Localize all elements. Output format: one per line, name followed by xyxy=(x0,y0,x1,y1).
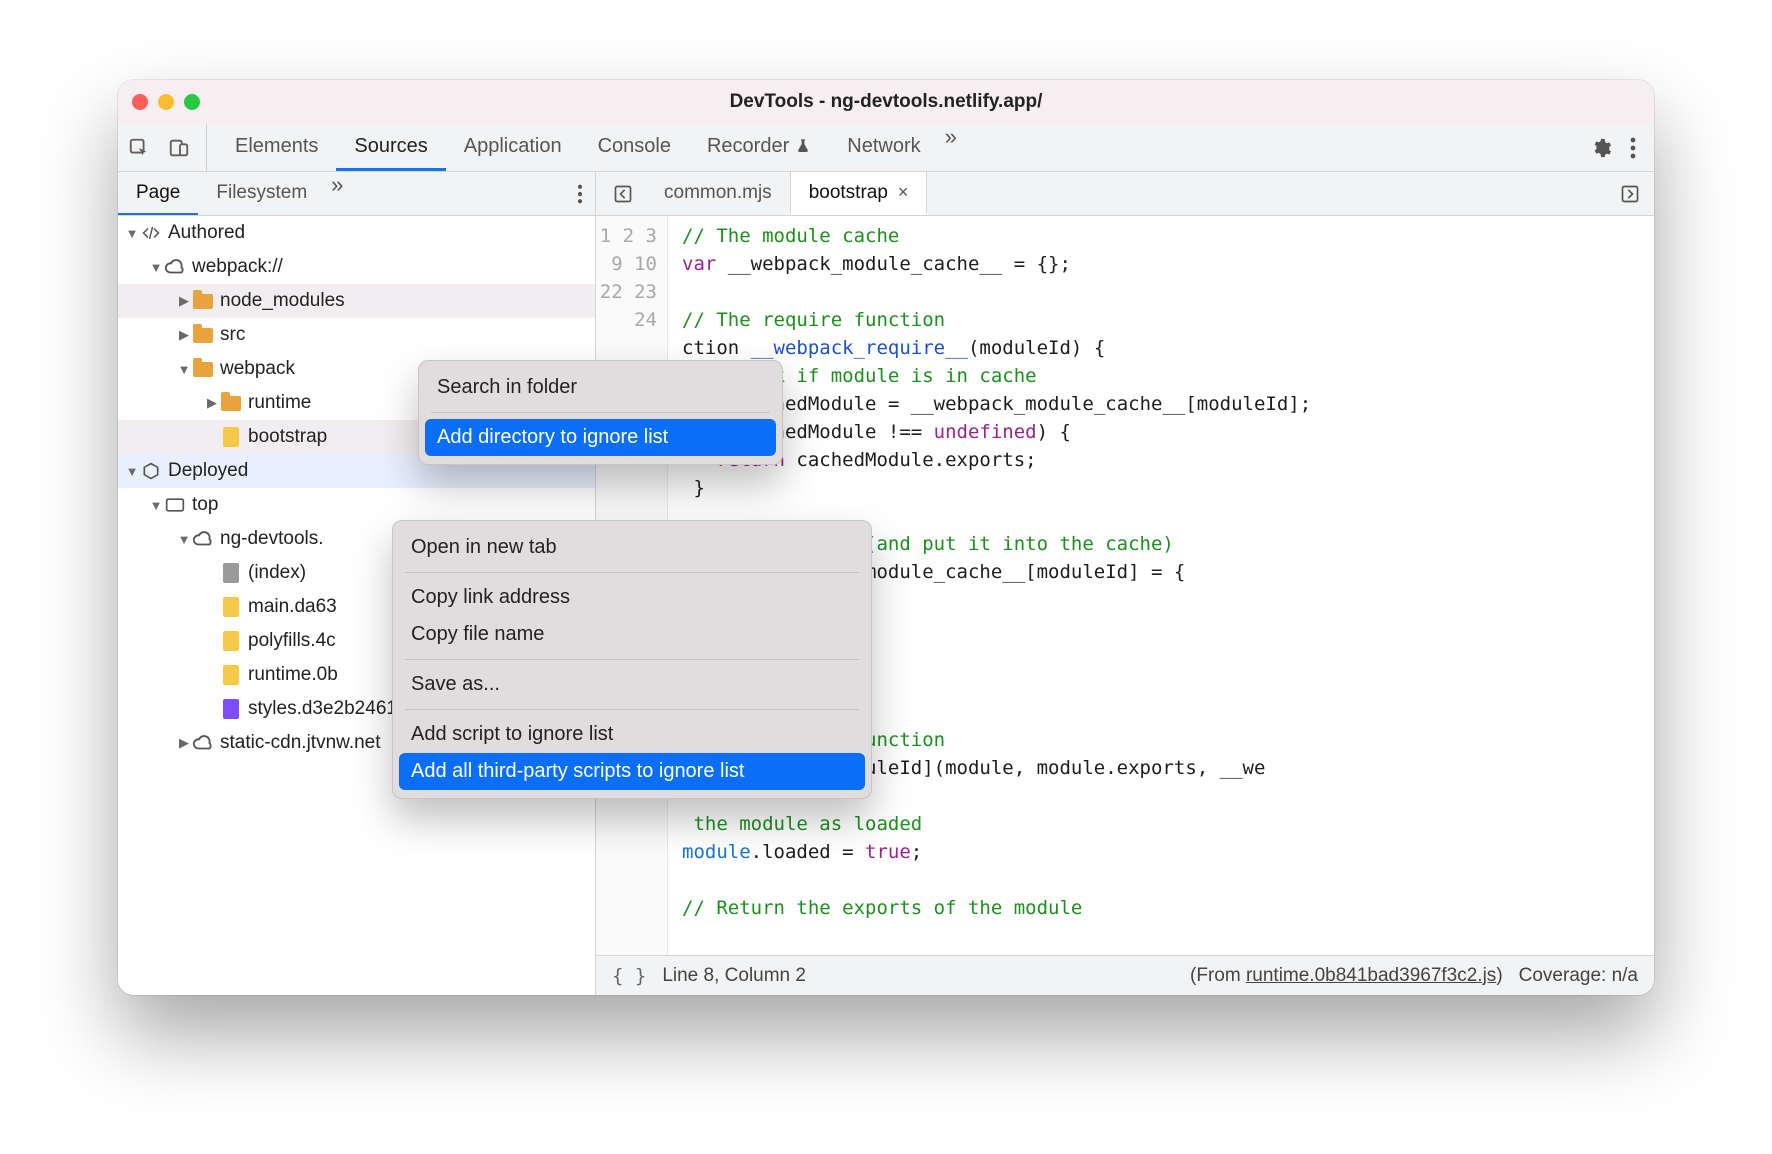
navigator-tab-page[interactable]: Page xyxy=(118,172,198,215)
folder-context-menu: Search in folder Add directory to ignore… xyxy=(418,360,783,465)
tab-application[interactable]: Application xyxy=(446,124,580,171)
tab-sources[interactable]: Sources xyxy=(336,124,445,171)
file-context-menu: Open in new tab Copy link address Copy f… xyxy=(392,520,872,799)
cloud-icon xyxy=(192,732,214,754)
file-icon xyxy=(220,698,242,720)
file-icon xyxy=(220,596,242,618)
tab-recorder[interactable]: Recorder xyxy=(689,124,829,171)
kebab-menu-icon[interactable] xyxy=(1630,137,1636,159)
more-tabs-button[interactable]: » xyxy=(939,124,963,171)
cloud-icon xyxy=(164,256,186,278)
coverage-label: Coverage: n/a xyxy=(1519,965,1638,987)
folder-icon xyxy=(192,290,214,312)
tab-network[interactable]: Network xyxy=(829,124,938,171)
tree-node-modules[interactable]: ▶node_modules xyxy=(118,284,595,318)
cloud-icon xyxy=(192,528,214,550)
menu-open-new-tab[interactable]: Open in new tab xyxy=(393,529,871,566)
tree-top[interactable]: ▼top xyxy=(118,488,595,522)
file-icon xyxy=(220,426,242,448)
file-icon xyxy=(220,562,242,584)
tree-group-authored[interactable]: ▼Authored xyxy=(118,216,595,250)
close-window-button[interactable] xyxy=(132,94,148,110)
minimize-window-button[interactable] xyxy=(158,94,174,110)
menu-save-as[interactable]: Save as... xyxy=(393,666,871,703)
previous-file-icon[interactable] xyxy=(606,184,640,204)
menu-add-all-third-party-ignore[interactable]: Add all third-party scripts to ignore li… xyxy=(399,753,865,790)
window-title: DevTools - ng-devtools.netlify.app/ xyxy=(118,91,1654,113)
deploy-icon xyxy=(140,460,162,482)
source-from-link[interactable]: runtime.0b841bad3967f3c2.js xyxy=(1246,965,1496,986)
menu-add-script-ignore[interactable]: Add script to ignore list xyxy=(393,716,871,753)
cursor-position: Line 8, Column 2 xyxy=(662,965,806,987)
device-toolbar-icon[interactable] xyxy=(166,135,192,161)
titlebar: DevTools - ng-devtools.netlify.app/ xyxy=(118,80,1654,124)
next-file-icon[interactable] xyxy=(1620,184,1640,204)
navigator-tab-filesystem[interactable]: Filesystem xyxy=(198,172,325,215)
status-bar: { } Line 8, Column 2 (From runtime.0b841… xyxy=(596,955,1654,995)
devtools-window: DevTools - ng-devtools.netlify.app/ Elem… xyxy=(118,80,1654,995)
menu-copy-file-name[interactable]: Copy file name xyxy=(393,616,871,653)
navigator-kebab-icon[interactable] xyxy=(577,184,583,204)
menu-search-in-folder[interactable]: Search in folder xyxy=(419,369,782,406)
settings-gear-icon[interactable] xyxy=(1590,137,1612,159)
tree-src[interactable]: ▶src xyxy=(118,318,595,352)
file-icon xyxy=(220,630,242,652)
source-from-label: (From runtime.0b841bad3967f3c2.js) xyxy=(1190,965,1503,987)
file-icon xyxy=(220,664,242,686)
folder-icon xyxy=(192,324,214,346)
zoom-window-button[interactable] xyxy=(184,94,200,110)
close-tab-icon[interactable]: × xyxy=(898,182,909,203)
editor-tab-common[interactable]: common.mjs xyxy=(646,172,790,215)
pretty-print-icon[interactable]: { } xyxy=(612,965,646,987)
tab-elements[interactable]: Elements xyxy=(217,124,336,171)
inspect-element-icon[interactable] xyxy=(126,135,152,161)
editor-tab-bootstrap[interactable]: bootstrap × xyxy=(790,172,928,215)
tree-webpack-scheme[interactable]: ▼webpack:// xyxy=(118,250,595,284)
flask-icon xyxy=(795,138,811,154)
code-icon xyxy=(140,222,162,244)
tab-console[interactable]: Console xyxy=(580,124,689,171)
panel-tabbar: Elements Sources Application Console Rec… xyxy=(118,124,1654,172)
folder-icon xyxy=(220,392,242,414)
frame-icon xyxy=(164,494,186,516)
folder-icon xyxy=(192,358,214,380)
subrow: Page Filesystem » common.mjs bootstrap xyxy=(118,172,1654,216)
menu-add-directory-ignore[interactable]: Add directory to ignore list xyxy=(425,419,776,456)
navigator-more-tabs[interactable]: » xyxy=(325,172,349,215)
menu-copy-link-address[interactable]: Copy link address xyxy=(393,579,871,616)
